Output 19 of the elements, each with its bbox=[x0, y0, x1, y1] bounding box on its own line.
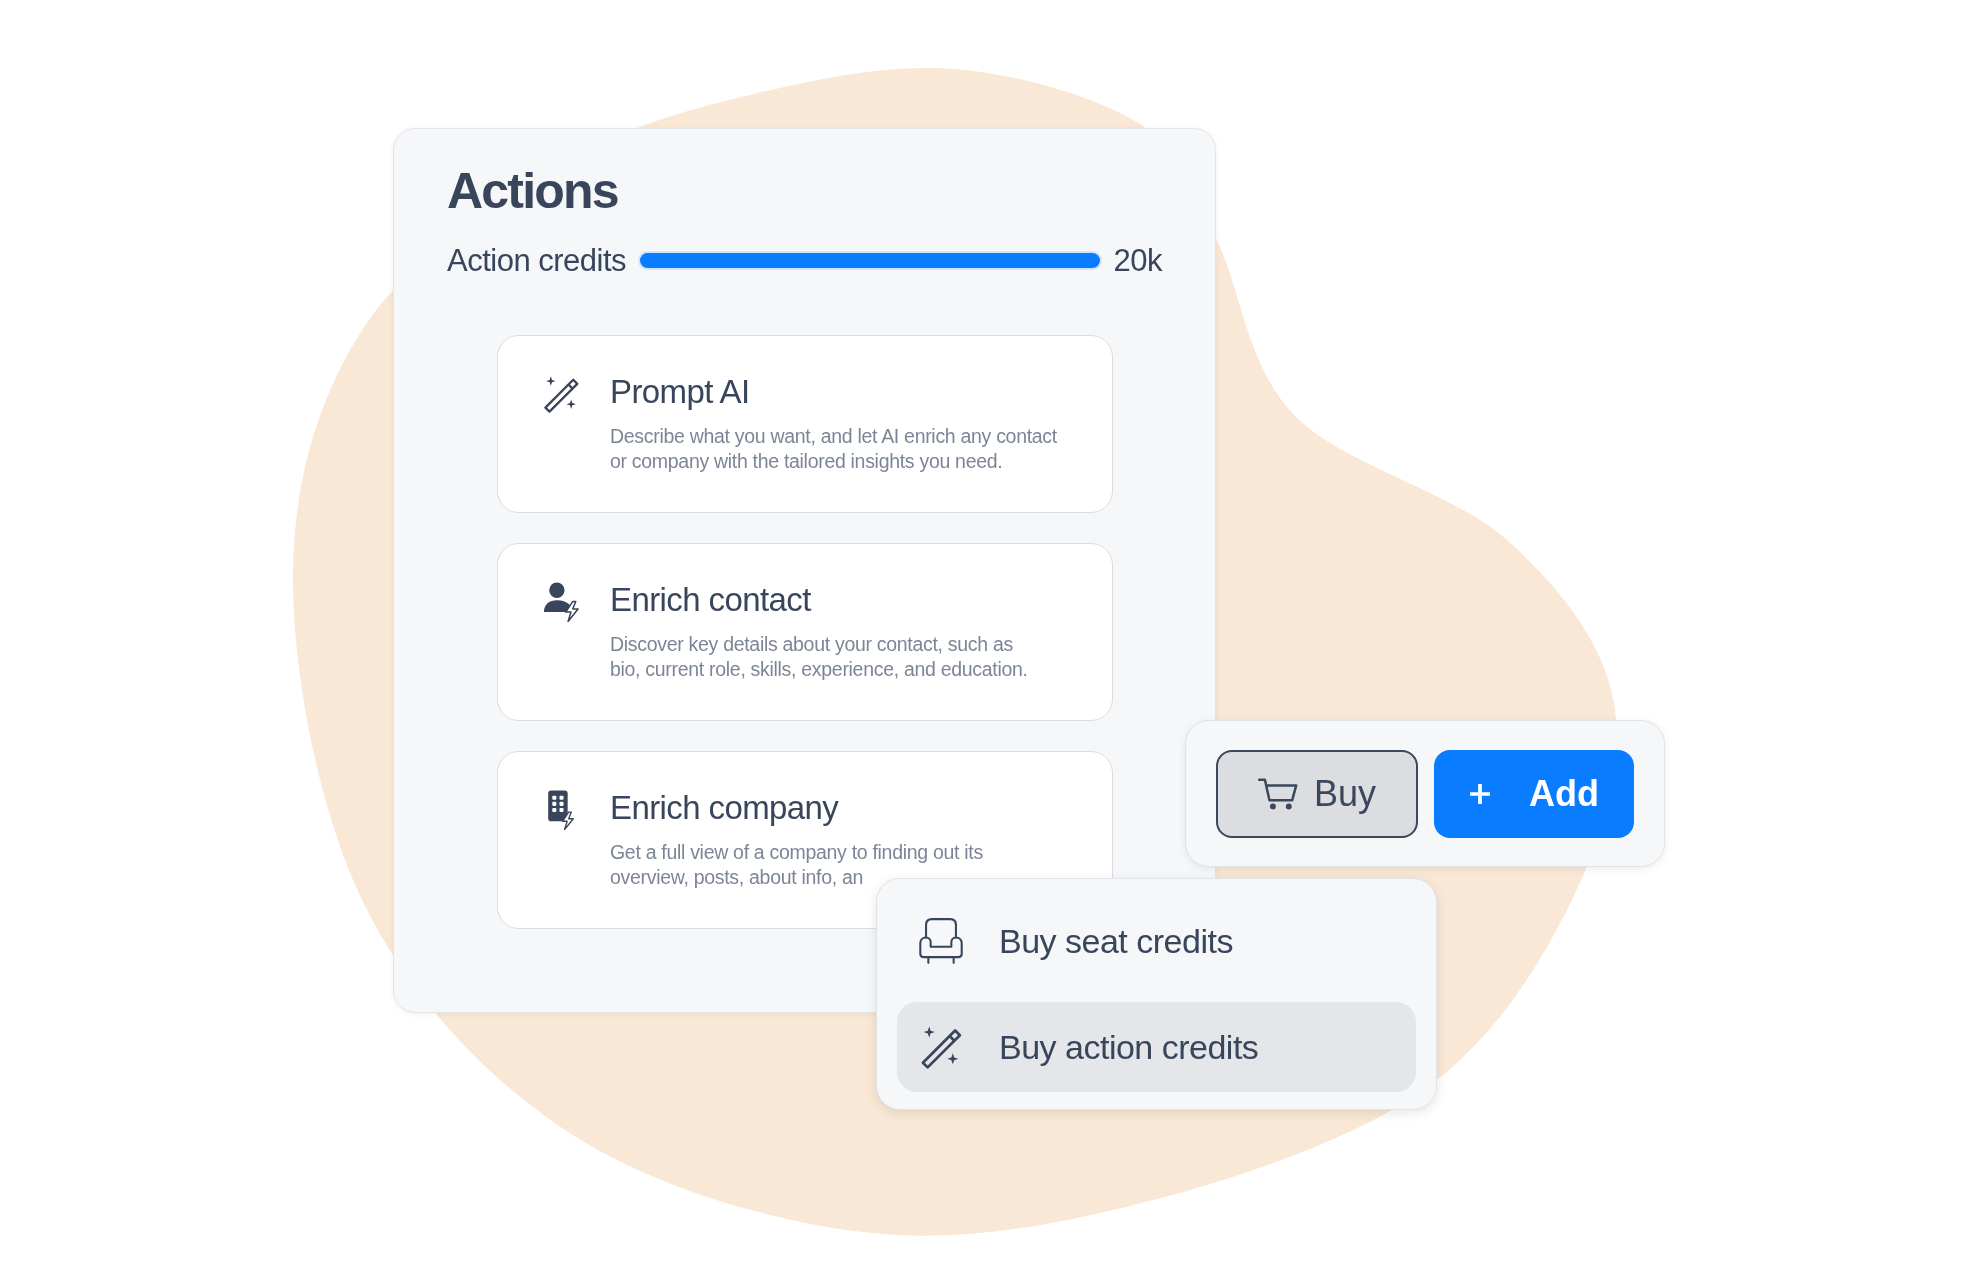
card-title: Enrich contact bbox=[610, 579, 811, 620]
card-description: Get a full view of a company to finding out its overview, posts, about info, an bbox=[610, 839, 983, 890]
plus-icon bbox=[1469, 783, 1491, 805]
person-bolt-icon bbox=[542, 581, 580, 622]
add-button[interactable]: Add bbox=[1434, 750, 1634, 838]
cart-icon bbox=[1258, 777, 1298, 811]
credits-value: 20k bbox=[1113, 243, 1162, 279]
panel-title: Actions bbox=[447, 162, 618, 221]
magic-wand-icon bbox=[919, 1024, 963, 1070]
credits-label: Action credits bbox=[447, 243, 627, 279]
buy-button[interactable]: Buy bbox=[1216, 750, 1418, 838]
card-title: Enrich company bbox=[610, 787, 839, 828]
card-title: Prompt AI bbox=[610, 371, 750, 412]
menu-item[interactable]: Buy action credits bbox=[897, 1002, 1416, 1092]
card-description: Describe what you want, and let AI enrich any contact or company with the tailored insights you need. bbox=[610, 423, 1057, 474]
action-card[interactable]: Prompt AI Describe what you want, and let AI enrich any contact or company with the tailored insights you need. bbox=[497, 334, 1113, 513]
action-card[interactable]: Enrich contact Discover key details about your contact, such as bio, current role, skills, experience, and education. bbox=[497, 542, 1113, 721]
card-description: Discover key details about your contact, such as bio, current role, skills, experience, and education. bbox=[610, 631, 1028, 682]
armchair-icon bbox=[919, 918, 963, 964]
